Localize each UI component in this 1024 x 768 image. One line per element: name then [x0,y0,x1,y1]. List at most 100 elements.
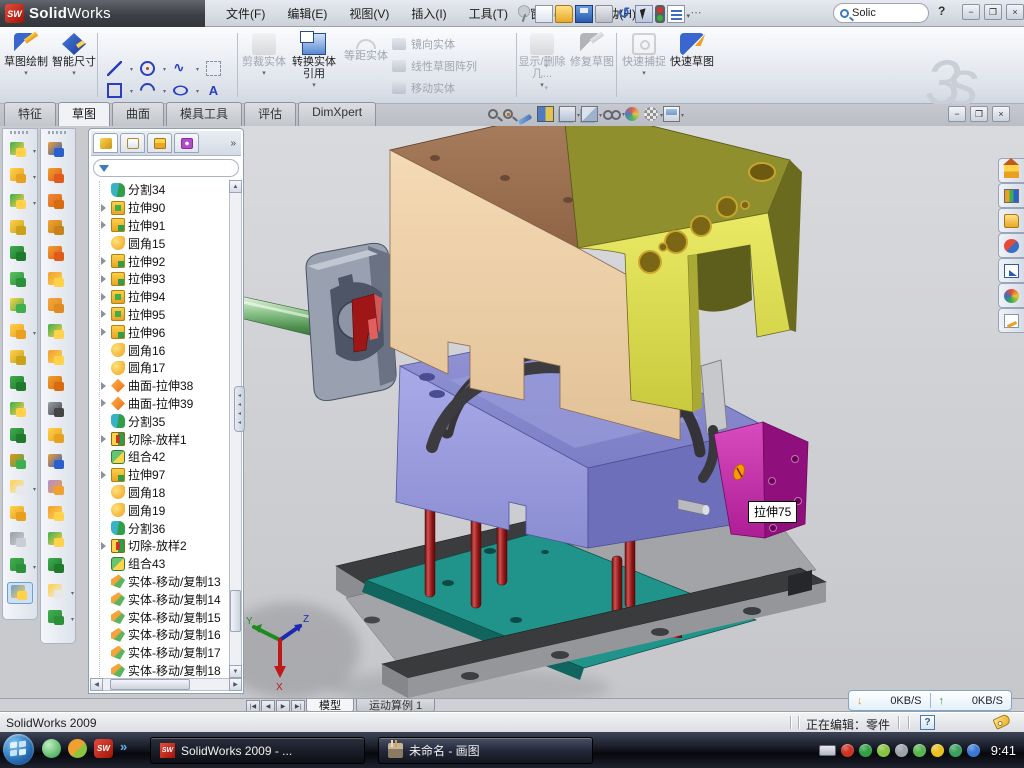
tab-nav-0[interactable]: |◀ [246,700,260,712]
left-toolbar-1-icon-11[interactable] [7,400,33,422]
left-toolbar-2-icon-8[interactable] [45,322,71,344]
dimxpertmanager-tab[interactable] [174,133,199,153]
taskbar-button-1[interactable]: SWSolidWorks 2009 - ... [150,737,365,764]
menu-编辑(E)[interactable]: 编辑(E) [276,3,338,25]
tree-item[interactable]: 分割36 [100,519,237,537]
expand-arrow-icon[interactable] [100,399,108,407]
tree-item[interactable]: 实体-移动/复制18 [100,662,237,679]
tree-item[interactable]: 拉伸96 [100,323,237,341]
minimize-button[interactable]: − [962,4,980,20]
options-list-icon[interactable]: ▾ [667,5,685,23]
left-toolbar-2-icon-4[interactable] [45,218,71,240]
new-file-icon[interactable]: ▾ [535,5,553,23]
left-toolbar-1-icon-2[interactable]: ▾ [7,166,33,188]
tree-item[interactable]: 圆角15 [100,234,237,252]
left-toolbar-1-icon-17[interactable]: ▾ [7,556,33,578]
expand-arrow-icon[interactable] [100,293,108,301]
tab-nav-1[interactable]: ◀ [261,700,275,712]
menu-插入(I)[interactable]: 插入(I) [400,3,457,25]
left-toolbar-1-icon-4[interactable] [7,218,33,240]
expand-arrow-icon[interactable] [100,328,108,336]
scroll-right-button[interactable]: ▶ [229,678,242,691]
menu-文件(F)[interactable]: 文件(F) [215,3,276,25]
appearances-icon[interactable] [998,283,1024,308]
left-toolbar-2-icon-1[interactable] [45,140,71,162]
left-toolbar-2-icon-14[interactable] [45,478,71,500]
search-input[interactable]: Solic [833,3,929,23]
left-toolbar-1-icon-8[interactable]: ▾ [7,322,33,344]
expand-arrow-icon[interactable] [100,221,108,229]
search-results-icon[interactable] [998,233,1024,258]
featuremanager-tab[interactable] [93,133,118,153]
tree-item[interactable]: 曲面-拉伸39 [100,395,237,413]
menu-视图(V)[interactable]: 视图(V) [338,3,400,25]
left-toolbar-1-icon-1[interactable]: ▾ [7,140,33,162]
tree-item[interactable]: 圆角18 [100,484,237,502]
left-toolbar-2-icon-10[interactable] [45,374,71,396]
help-button[interactable]: ? [938,4,945,18]
left-toolbar-2-icon-12[interactable] [45,426,71,448]
left-toolbar-2-icon-2[interactable] [45,166,71,188]
expand-arrow-icon[interactable] [100,275,108,283]
left-toolbar-1-icon-13[interactable] [7,452,33,474]
zoom-area-icon[interactable] [503,109,513,119]
left-toolbar-1-icon-7[interactable] [7,296,33,318]
left-toolbar-1-icon-15[interactable] [7,504,33,526]
toolbar-grip[interactable] [10,131,30,134]
tree-item[interactable]: 拉伸93 [100,270,237,288]
rectangle-icon[interactable]: ▾ [102,80,135,102]
media-icon[interactable] [68,739,87,758]
scroll-thumb[interactable] [230,590,241,632]
menu-工具(T)[interactable]: 工具(T) [458,3,519,25]
tree-item[interactable]: 分割34 [100,181,237,199]
left-toolbar-2-icon-7[interactable] [45,296,71,318]
left-toolbar-2-icon-18[interactable]: ▾ [45,582,71,604]
doc-tab-模型[interactable]: 模型 [306,699,354,712]
tray-audio-icon[interactable] [895,744,908,757]
doc-close-button[interactable]: × [992,106,1010,122]
smart-dimension-button[interactable]: 智能尺寸▾ [50,30,98,100]
left-toolbar-2-icon-15[interactable] [45,504,71,526]
tray-badge-icon[interactable] [877,744,890,757]
clock[interactable]: 9:41 [991,743,1016,758]
line-icon[interactable]: ▾ [102,58,135,80]
spline-icon[interactable]: ∿▾ [168,58,201,80]
scroll-thumb[interactable] [110,679,190,690]
pin-icon[interactable] [515,5,533,23]
tree-item[interactable]: 圆角16 [100,341,237,359]
left-toolbar-2-icon-19[interactable]: ▾ [45,608,71,630]
tree-item[interactable]: 实体-移动/复制16 [100,626,237,644]
tab-曲面[interactable]: 曲面 [112,102,164,126]
tree-item[interactable]: 拉伸94 [100,288,237,306]
graphics-viewport[interactable]: Y Z X [240,126,1024,698]
status-help-icon[interactable]: ? [920,715,935,730]
tray-shield-green-icon[interactable] [859,744,872,757]
scroll-down-button[interactable]: ▼ [229,665,242,678]
hide-show-items-icon[interactable]: ▾ [603,106,620,122]
tray-defender-icon[interactable] [949,744,962,757]
scroll-left-button[interactable]: ◀ [90,678,103,691]
rapid-sketch-button[interactable]: 快速草图 [668,30,716,100]
tray-sync-icon[interactable] [913,744,926,757]
zoom-fit-icon[interactable] [488,109,498,119]
toolbar-grip[interactable] [48,131,68,134]
left-toolbar-1-icon-5[interactable] [7,244,33,266]
left-toolbar-2-icon-9[interactable] [45,348,71,370]
left-toolbar-1-icon-6[interactable] [7,270,33,292]
tree-item[interactable]: 实体-移动/复制13 [100,573,237,591]
left-toolbar-2-icon-17[interactable] [45,556,71,578]
scroll-up-button[interactable]: ▲ [229,180,242,193]
select-icon[interactable]: ▾ [635,5,653,23]
custom-properties-icon[interactable] [998,308,1024,333]
display-style-icon[interactable]: ▾ [581,106,598,122]
doc-restore-button[interactable]: ❐ [970,106,988,122]
tree-item[interactable]: 分割35 [100,412,237,430]
tree-item[interactable]: 拉伸91 [100,217,237,235]
open-file-icon[interactable]: ▾ [555,5,573,23]
left-toolbar-1-icon-16[interactable] [7,530,33,552]
print-icon[interactable]: ▾ [595,5,613,23]
configurationmanager-tab[interactable] [147,133,172,153]
tray-security-red-icon[interactable] [841,744,854,757]
tab-nav-2[interactable]: ▶ [276,700,290,712]
overflow-icon[interactable]: ⋯ [687,5,705,23]
